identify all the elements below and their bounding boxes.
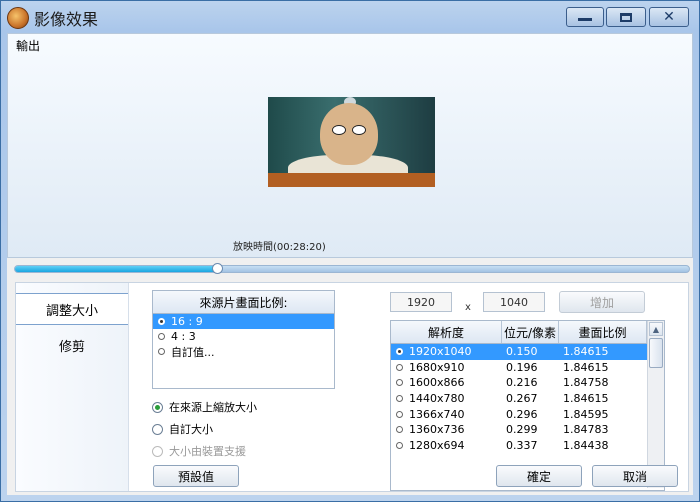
aspect-ratio-cell: 1.84615 <box>563 345 609 359</box>
resolution-cell: 1600x866 <box>391 376 502 389</box>
size-separator: x <box>465 302 471 313</box>
aspect-ratio-cell: 1.84615 <box>563 360 609 374</box>
column-header-resolution[interactable]: 解析度 <box>391 321 502 343</box>
table-scrollbar[interactable]: ▲ ▼ <box>647 321 664 488</box>
resolution-cell: 1440x780 <box>391 392 502 405</box>
table-row[interactable]: 1600x866 0.216 1.84758 <box>391 375 647 391</box>
video-frame <box>268 97 435 187</box>
bits-per-pixel-cell: 0.296 <box>506 407 538 421</box>
column-header-aspect-ratio[interactable]: 畫面比例 <box>559 321 647 343</box>
table-row[interactable]: 1680x910 0.196 1.84615 <box>391 360 647 376</box>
radio-icon <box>396 410 403 418</box>
custom-height-field[interactable]: 1040 <box>483 292 545 312</box>
column-header-bits-per-pixel[interactable]: 位元/像素 <box>502 321 559 343</box>
title-bar[interactable]: 影像效果 ✕ <box>1 1 699 33</box>
resolution-table-header: 解析度 位元/像素 畫面比例 <box>391 321 647 344</box>
resolution-cell: 1680x910 <box>391 361 502 374</box>
resolution-cell: 1360x736 <box>391 423 502 436</box>
minimize-icon <box>578 17 592 21</box>
aspect-ratio-cell: 1.84438 <box>563 438 609 452</box>
bits-per-pixel-cell: 0.150 <box>506 345 538 359</box>
settings-panel: 調整大小 修剪 來源片畫面比例: 16 : 9 4 : 3 自訂值... 在來源… <box>15 282 689 492</box>
aspect-ratio-cell: 1.84758 <box>563 376 609 390</box>
source-aspect-header: 來源片畫面比例: <box>153 291 334 314</box>
close-button[interactable]: ✕ <box>649 7 689 27</box>
table-row[interactable]: 1920x1040 0.150 1.84615 <box>391 344 647 360</box>
cancel-button[interactable]: 取消 <box>592 465 678 487</box>
radio-icon <box>158 318 165 325</box>
aspect-option-4-3[interactable]: 4 : 3 <box>153 329 334 344</box>
sidebar-item-trim[interactable]: 修剪 <box>16 330 128 360</box>
radio-icon <box>396 363 403 371</box>
bits-per-pixel-cell: 0.216 <box>506 376 538 390</box>
table-row[interactable]: 1280x694 0.337 1.84438 <box>391 438 647 454</box>
radio-icon <box>152 401 163 413</box>
bits-per-pixel-cell: 0.267 <box>506 392 538 406</box>
scale-option-source[interactable]: 在來源上縮放大小 <box>152 399 257 415</box>
resolution-cell: 1280x694 <box>391 439 502 452</box>
radio-icon <box>396 426 403 434</box>
bits-per-pixel-cell: 0.196 <box>506 360 538 374</box>
scroll-up-icon[interactable]: ▲ <box>649 322 663 336</box>
radio-icon <box>396 348 403 356</box>
radio-icon <box>158 348 165 355</box>
window-title: 影像效果 <box>34 10 99 29</box>
output-label: 輸出 <box>16 39 41 53</box>
scroll-thumb[interactable] <box>649 338 663 368</box>
close-icon: ✕ <box>663 9 675 25</box>
aspect-option-16-9[interactable]: 16 : 9 <box>153 314 334 329</box>
radio-icon <box>396 379 403 387</box>
radio-icon <box>158 333 165 340</box>
table-row[interactable]: 1440x780 0.267 1.84615 <box>391 391 647 407</box>
ok-button[interactable]: 確定 <box>496 465 582 487</box>
scale-option-device[interactable]: 大小由裝置支援 <box>152 443 246 459</box>
radio-icon <box>396 395 403 403</box>
resolution-cell: 1366x740 <box>391 408 502 421</box>
minimize-button[interactable] <box>566 7 604 27</box>
aspect-option-custom[interactable]: 自訂值... <box>153 344 334 359</box>
sidebar-item-resize[interactable]: 調整大小 <box>16 293 128 325</box>
bits-per-pixel-cell: 0.337 <box>506 438 538 452</box>
table-row[interactable]: 1366x740 0.296 1.84595 <box>391 406 647 422</box>
scale-option-custom[interactable]: 自訂大小 <box>152 421 213 437</box>
custom-width-field[interactable]: 1920 <box>390 292 452 312</box>
sidebar: 調整大小 修剪 <box>16 283 129 491</box>
aspect-ratio-cell: 1.84783 <box>563 423 609 437</box>
radio-icon <box>152 423 163 435</box>
radio-icon <box>396 441 403 449</box>
app-icon <box>7 7 29 29</box>
output-preview: 輸出 放映時間(00:28:20) <box>7 33 693 258</box>
resolution-cell: 1920x1040 <box>391 345 502 358</box>
radio-icon <box>152 445 163 457</box>
bits-per-pixel-cell: 0.299 <box>506 423 538 437</box>
aspect-ratio-cell: 1.84615 <box>563 392 609 406</box>
aspect-ratio-cell: 1.84595 <box>563 407 609 421</box>
maximize-icon <box>620 12 632 22</box>
resolution-table-body: 1920x1040 0.150 1.84615 1680x910 0.196 1.8461… <box>391 344 647 453</box>
source-aspect-list: 來源片畫面比例: 16 : 9 4 : 3 自訂值... <box>152 290 335 389</box>
maximize-button[interactable] <box>606 7 646 27</box>
defaults-button[interactable]: 預設值 <box>153 465 239 487</box>
dialog-body: 輸出 放映時間(00:28:20) 調整大小 修剪 來源片畫面比例: 16 : … <box>7 33 693 495</box>
add-button[interactable]: 增加 <box>559 291 645 313</box>
dialog-window: 影像效果 ✕ 輸出 放映時間(00:28:20) 調整大小 修剪 來源片畫面比例… <box>0 0 700 502</box>
timeline-progress <box>15 266 218 272</box>
timeline-slider[interactable] <box>14 263 690 274</box>
timeline-handle[interactable] <box>212 263 224 274</box>
table-row[interactable]: 1360x736 0.299 1.84783 <box>391 422 647 438</box>
playback-time: 放映時間(00:28:20) <box>233 242 326 253</box>
